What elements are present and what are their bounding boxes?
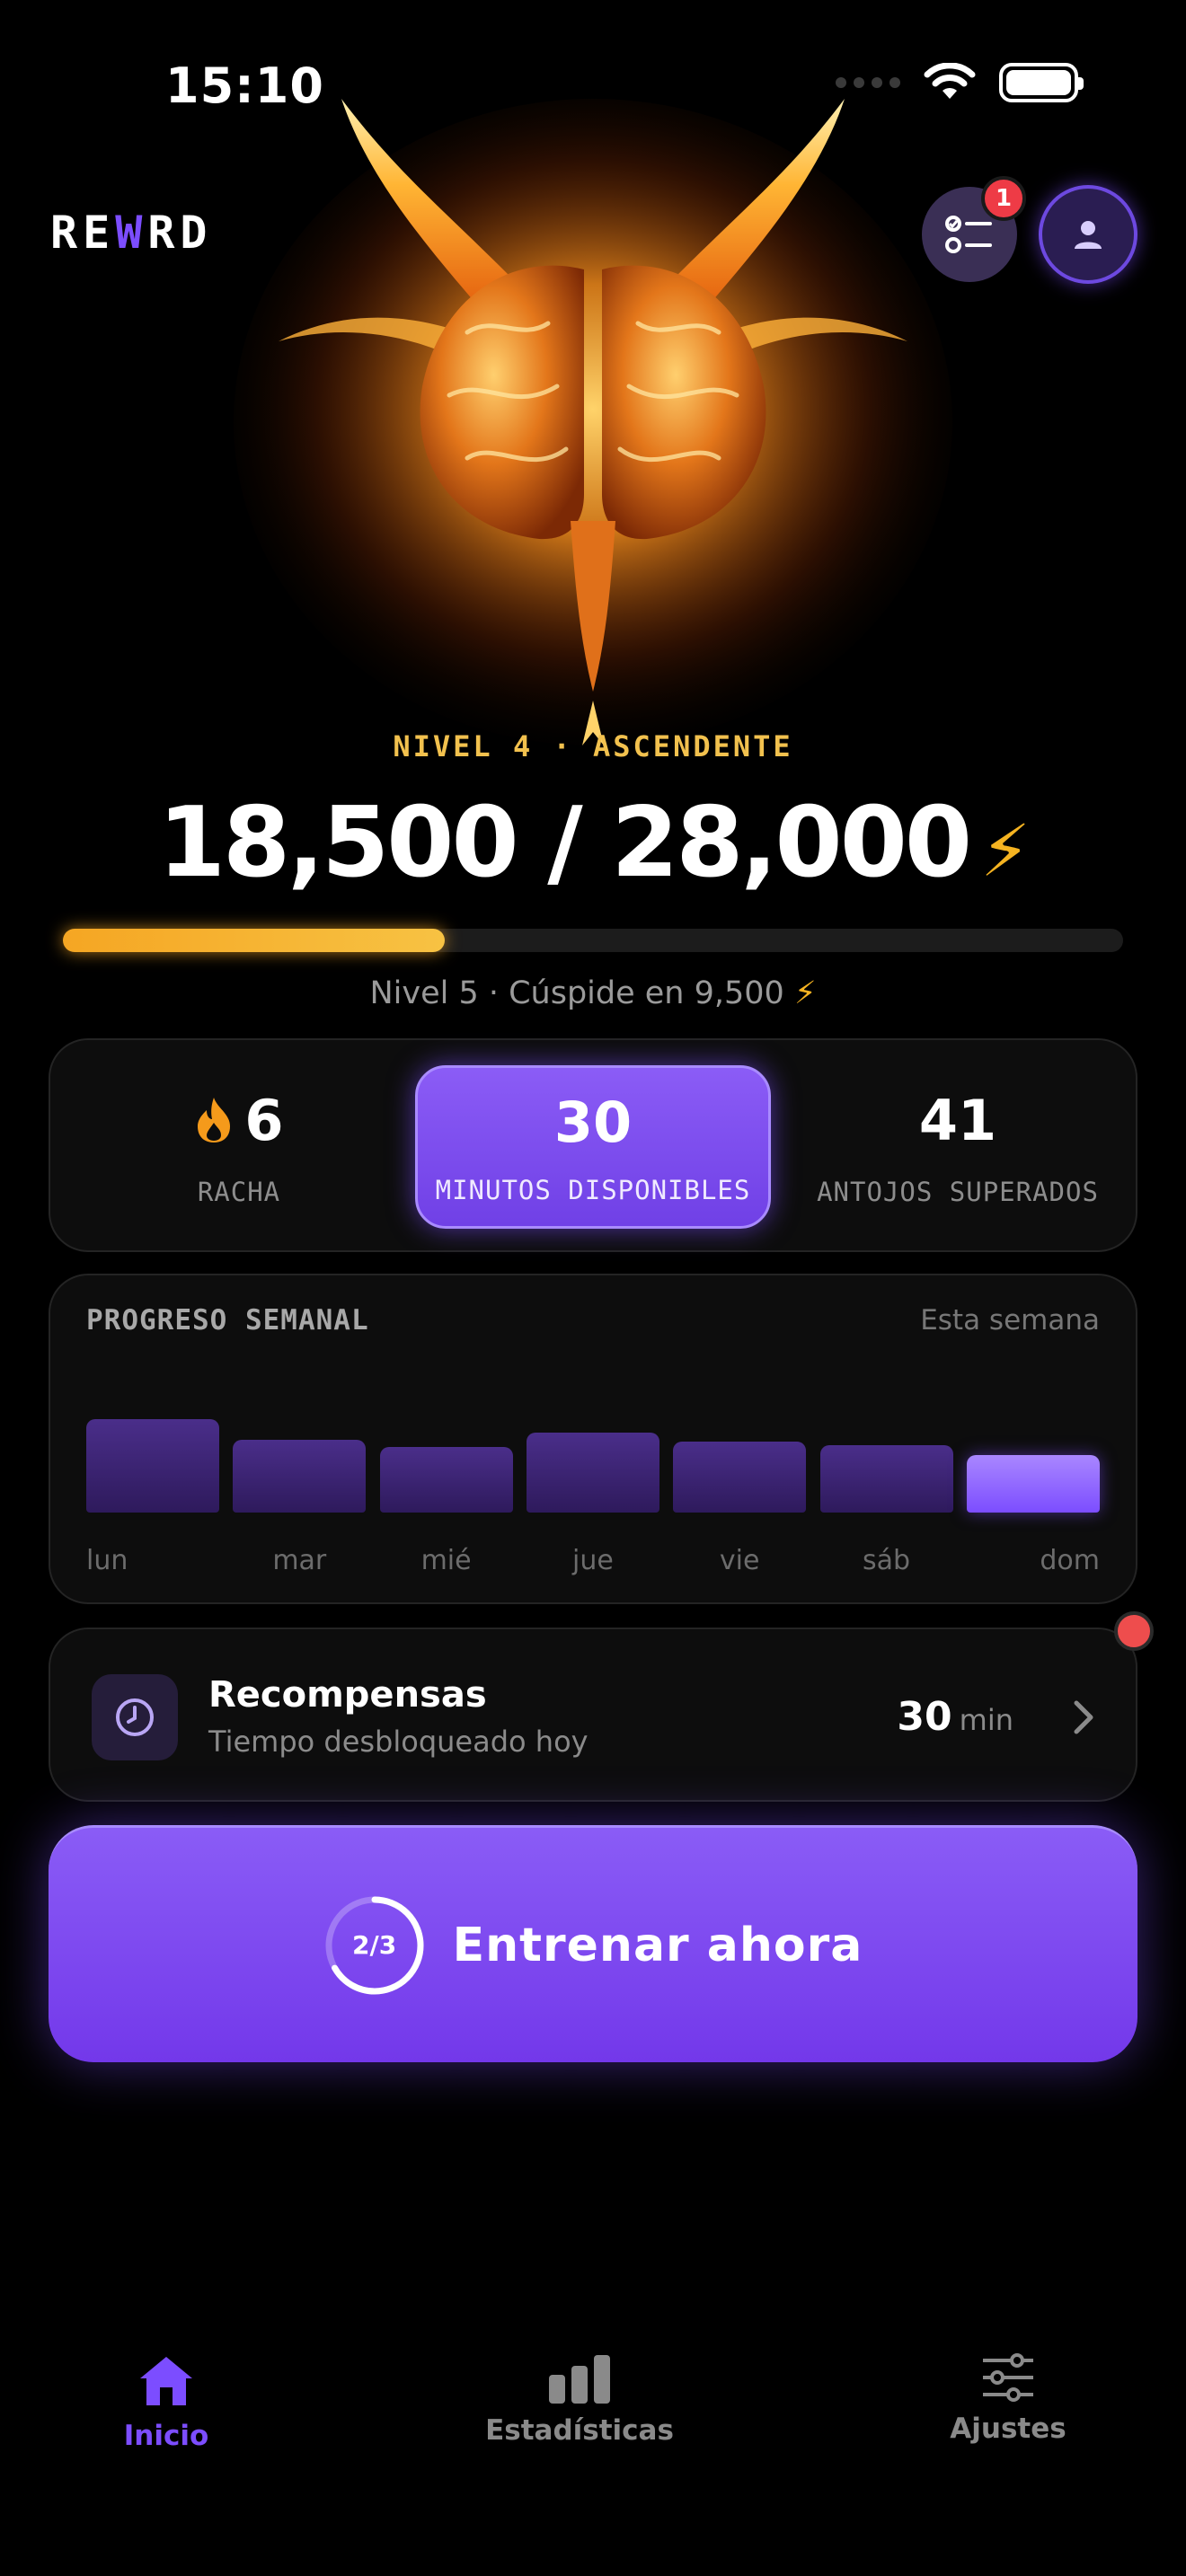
weekly-bar-dom — [966, 1454, 1100, 1513]
rewards-subtitle: Tiempo desbloqueado hoy — [208, 1725, 589, 1759]
next-level-text: Nivel 5 · Cúspide en 9,500 ⚡ — [369, 975, 817, 1011]
checklist-icon — [945, 216, 992, 253]
brain-fire-illustration — [234, 99, 952, 745]
app-logo: REWRD — [50, 207, 213, 259]
weekly-bar-mar — [233, 1439, 367, 1513]
clock-icon — [116, 1698, 154, 1736]
rewards-icon-box — [92, 1674, 178, 1760]
wifi-icon — [924, 63, 976, 99]
weekly-day-label: sáb — [862, 1545, 911, 1576]
weekly-bar-mié — [379, 1447, 513, 1513]
rewards-value: 30 min — [897, 1694, 1013, 1740]
weekly-bar-sáb — [819, 1445, 953, 1513]
bar-chart-icon — [549, 2355, 610, 2404]
status-icons — [836, 63, 1084, 102]
chevron-right-icon — [1074, 1700, 1093, 1734]
minutes-value: 30 — [553, 1089, 633, 1155]
streak-stat[interactable]: 6 RACHA — [86, 1040, 392, 1254]
weekly-day-label: mié — [420, 1545, 472, 1576]
battery-icon — [999, 63, 1084, 102]
nav-settings[interactable]: Ajustes — [945, 2353, 1071, 2445]
weekly-day-label: lun — [86, 1545, 128, 1576]
nav-home[interactable]: Inicio — [108, 2353, 225, 2452]
bolt-icon-small: ⚡ — [793, 975, 817, 1011]
weekly-period: Esta semana — [920, 1304, 1100, 1337]
weekly-day-label: vie — [719, 1545, 760, 1576]
profile-button[interactable] — [1039, 185, 1137, 284]
available-minutes-stat[interactable]: 30 MINUTOS DISPONIBLES — [415, 1065, 771, 1229]
weekly-day-label: jue — [571, 1545, 614, 1576]
weekly-bars — [86, 1419, 1102, 1513]
weekly-day-label: dom — [1040, 1545, 1100, 1576]
session-progress-text: 2/3 — [352, 1930, 397, 1960]
weekly-progress-card: PROGRESO SEMANAL Esta semana lun mar mié ju… — [49, 1274, 1137, 1604]
train-now-label: Entrenar ahora — [452, 1918, 863, 1972]
bolt-icon: ⚡ — [980, 809, 1031, 893]
train-now-button[interactable]: 2/3 Entrenar ahora — [49, 1825, 1137, 2062]
cravings-stat[interactable]: 41 ANTOJOS SUPERADOS — [796, 1040, 1120, 1254]
weekly-title: PROGRESO SEMANAL — [86, 1304, 369, 1337]
notification-badge: 1 — [981, 176, 1026, 221]
weekly-bar-vie — [673, 1441, 807, 1513]
cravings-value: 41 — [918, 1087, 997, 1153]
flame-icon — [198, 1098, 231, 1142]
recording-indicator-dot — [1114, 1611, 1154, 1651]
cravings-label: ANTOJOS SUPERADOS — [817, 1176, 1099, 1207]
nav-settings-label: Ajustes — [950, 2413, 1067, 2445]
streak-label: RACHA — [197, 1176, 281, 1207]
weekly-bar-lun — [86, 1419, 219, 1513]
nav-statistics[interactable]: Estadísticas — [485, 2353, 674, 2447]
nav-statistics-label: Estadísticas — [485, 2414, 674, 2447]
rewards-title: Recompensas — [208, 1674, 487, 1716]
xp-counter: 18,500 / 28,000 ⚡ — [157, 787, 1031, 899]
weekly-bar-jue — [526, 1432, 659, 1513]
level-label: NIVEL 4 · ASCENDENTE — [393, 729, 793, 763]
sliders-icon — [983, 2353, 1033, 2402]
home-icon — [140, 2357, 192, 2405]
stats-card: 6 RACHA 30 MINUTOS DISPONIBLES 41 ANTOJO… — [49, 1038, 1137, 1252]
session-progress-ring: 2/3 — [323, 1894, 426, 1997]
rewards-card[interactable]: Recompensas Tiempo desbloqueado hoy 30 mi… — [49, 1628, 1137, 1802]
weekly-day-label: mar — [272, 1545, 327, 1576]
streak-value: 6 — [244, 1087, 284, 1153]
minutes-label: MINUTOS DISPONIBLES — [435, 1174, 751, 1205]
xp-progress-bar — [63, 929, 1123, 952]
user-icon — [1075, 221, 1102, 249]
xp-progress-fill — [63, 929, 445, 952]
cellular-signal-icon — [836, 77, 900, 88]
nav-home-label: Inicio — [123, 2420, 209, 2452]
